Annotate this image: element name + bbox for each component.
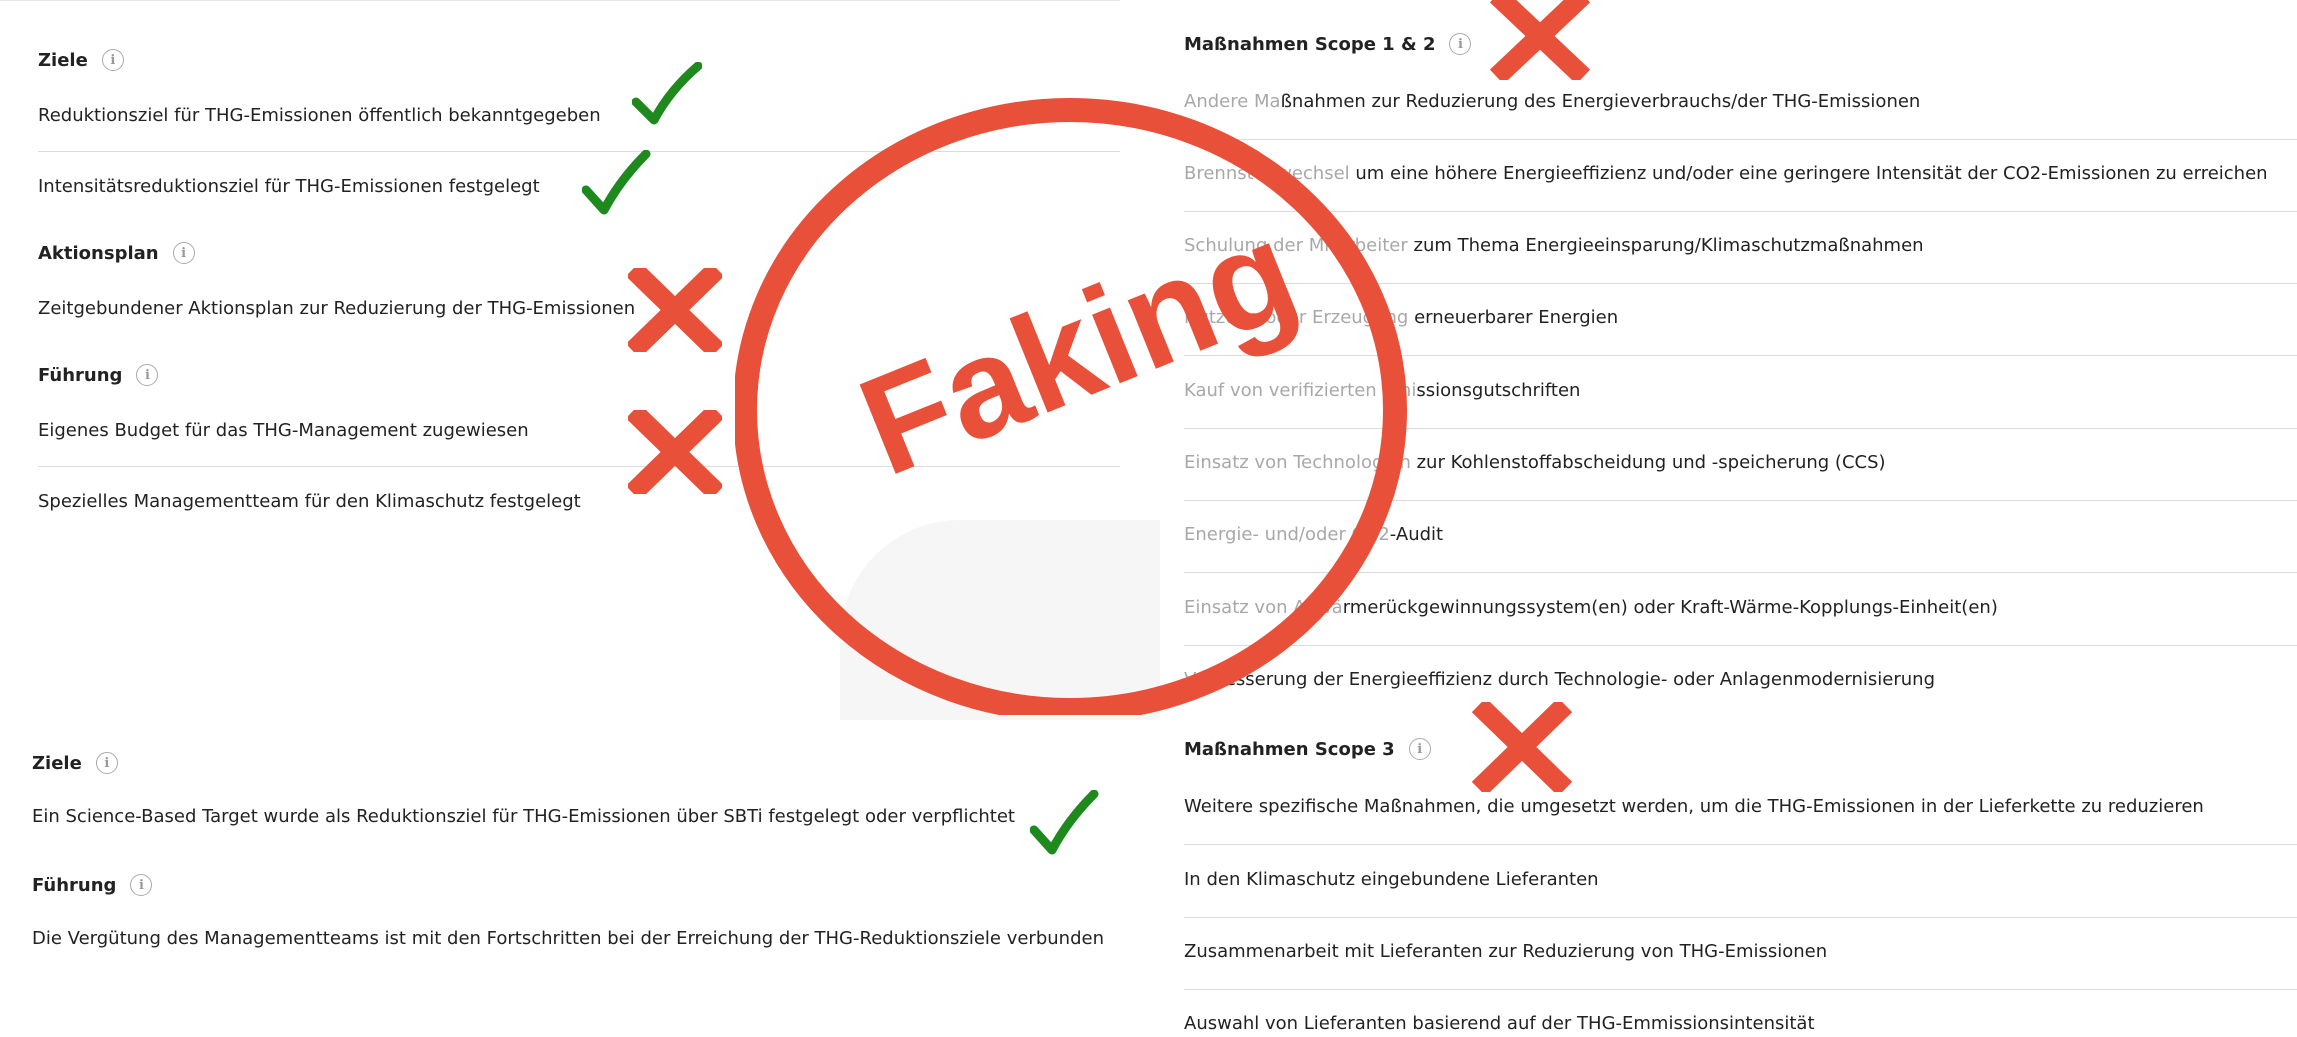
row-text-faded: Energie- und/oder CO2 <box>1184 524 1390 545</box>
row-text: um eine höhere Energieeffizienz und/oder… <box>1355 163 2268 184</box>
list-item: Ein Science-Based Target wurde als Reduk… <box>32 806 1015 827</box>
divider <box>1184 211 2297 212</box>
row-text: ßnahmen zur Reduzierung des Energieverbr… <box>1280 91 1921 112</box>
heading-label: Führung <box>38 364 123 386</box>
list-item: Einsatz von Abwärmerückgewinnungssystem(… <box>1184 597 1998 618</box>
section-heading-scope-1-2: Maßnahmen Scope 1 & 2 i <box>1184 33 1472 55</box>
cross-mark-icon <box>1472 702 1572 792</box>
section-heading-ziele: Ziele i <box>32 752 118 774</box>
cross-mark-icon <box>628 410 722 494</box>
divider <box>1184 844 2297 845</box>
cross-mark-icon <box>628 268 722 352</box>
list-item: Schulung der Mitarbeiter zum Thema Energ… <box>1184 235 1924 256</box>
row-text: rmerückgewinnungssystem(en) oder Kraft-W… <box>1342 597 1998 618</box>
list-item: Die Vergütung des Managementteams ist mi… <box>32 928 1104 949</box>
row-text: esserung der Energieeffizienz durch Tech… <box>1224 669 1936 690</box>
list-item: Spezielles Managementteam für den Klimas… <box>38 491 581 512</box>
divider <box>1184 917 2297 918</box>
list-item: Zusammenarbeit mit Lieferanten zur Reduz… <box>1184 941 1828 962</box>
heading-label: Maßnahmen Scope 3 <box>1184 738 1395 760</box>
background-shape <box>840 520 1160 720</box>
row-text-faded: Kauf von verifizierten Emi <box>1184 380 1417 401</box>
section-heading-scope-3: Maßnahmen Scope 3 i <box>1184 738 1431 760</box>
row-text-faded: Nutzung oder Erzeugung <box>1184 307 1415 328</box>
heading-label: Ziele <box>32 752 82 774</box>
cross-mark-icon <box>1490 0 1590 80</box>
measures-panel: Maßnahmen Scope 1 & 2 i Andere Maßnahmen… <box>1168 0 2297 1037</box>
goals-panel-bottom: Ziele i Ein Science-Based Target wurde a… <box>0 722 1120 1012</box>
list-item: Intensitätsreduktionsziel für THG-Emissi… <box>38 176 540 197</box>
list-item: Weitere spezifische Maßnahmen, die umges… <box>1184 796 2204 817</box>
list-item: Nutzung oder Erzeugung erneuerbarer Ener… <box>1184 307 1618 328</box>
divider <box>1184 989 2297 990</box>
divider <box>38 466 1120 467</box>
divider <box>1184 500 2297 501</box>
info-icon[interactable]: i <box>172 242 195 264</box>
goals-panel-top: Ziele i Reduktionsziel für THG-Emissione… <box>0 0 1120 531</box>
info-icon[interactable]: i <box>136 364 159 386</box>
list-item: Brennstoffwechsel um eine höhere Energie… <box>1184 163 2268 184</box>
section-heading-ziele: Ziele i <box>38 49 124 71</box>
row-text: -Audit <box>1389 524 1444 545</box>
row-text-faded: Verb <box>1184 669 1225 690</box>
list-item: Auswahl von Lieferanten basierend auf de… <box>1184 1013 1815 1034</box>
list-item: Einsatz von Technologien zur Kohlenstoff… <box>1184 452 1886 473</box>
info-icon[interactable]: i <box>1408 738 1431 760</box>
divider <box>1184 428 2297 429</box>
heading-label: Aktionsplan <box>38 242 159 264</box>
list-item: Andere Maßnahmen zur Reduzierung des Ene… <box>1184 91 1920 112</box>
row-text: ssionsgutschriften <box>1416 380 1581 401</box>
row-text: erneuerbarer Energien <box>1414 307 1619 328</box>
list-item: In den Klimaschutz eingebundene Lieferan… <box>1184 869 1599 890</box>
row-text-faded: Brennstoffwechsel <box>1184 163 1356 184</box>
list-item: Reduktionsziel für THG-Emissionen öffent… <box>38 105 601 126</box>
divider <box>38 151 1120 152</box>
heading-label: Maßnahmen Scope 1 & 2 <box>1184 33 1436 55</box>
row-text: zum Thema Energieeinsparung/Klimaschutzm… <box>1413 235 1924 256</box>
divider <box>1184 139 2297 140</box>
list-item: Kauf von verifizierten Emissionsgutschri… <box>1184 380 1580 401</box>
info-icon[interactable]: i <box>95 752 118 774</box>
divider <box>1184 645 2297 646</box>
list-item: Zeitgebundener Aktionsplan zur Reduzieru… <box>38 298 636 319</box>
check-mark-icon <box>582 150 651 215</box>
section-heading-aktionsplan: Aktionsplan i <box>38 242 195 264</box>
heading-label: Ziele <box>38 49 88 71</box>
row-text-faded: Einsatz von Abwä <box>1184 597 1343 618</box>
heading-label: Führung <box>32 874 117 896</box>
row-text-faded: Schulung der Mitarbeiter <box>1184 235 1414 256</box>
list-item: Energie- und/oder CO2-Audit <box>1184 524 1443 545</box>
divider <box>1184 572 2297 573</box>
divider <box>1184 283 2297 284</box>
check-mark-icon <box>632 62 702 125</box>
row-text: zur Kohlenstoffabscheidung und -speicher… <box>1416 452 1886 473</box>
row-text-faded: Einsatz von Technologien <box>1184 452 1417 473</box>
row-text-faded: Andere Ma <box>1184 91 1281 112</box>
divider <box>1184 355 2297 356</box>
section-heading-fuehrung: Führung i <box>32 874 153 896</box>
list-item: Eigenes Budget für das THG-Management zu… <box>38 420 529 441</box>
list-item: Verbesserung der Energieeffizienz durch … <box>1184 669 1935 690</box>
info-icon[interactable]: i <box>1449 33 1472 55</box>
check-mark-icon <box>1030 790 1099 855</box>
info-icon[interactable]: i <box>101 49 124 71</box>
section-heading-fuehrung: Führung i <box>38 364 159 386</box>
info-icon[interactable]: i <box>130 874 153 896</box>
